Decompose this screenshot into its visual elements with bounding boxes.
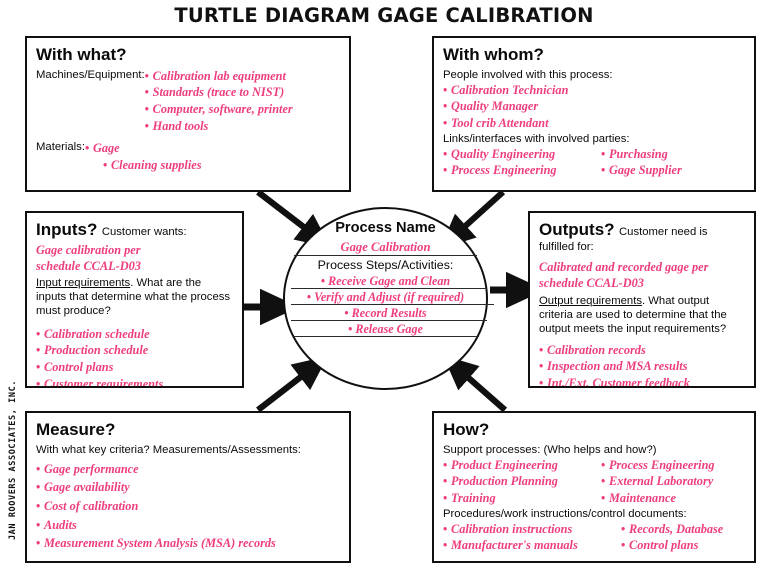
measure-heading: Measure?	[36, 420, 116, 439]
list-item: Gage performance	[36, 460, 340, 479]
inputs-heading: Inputs?	[36, 220, 98, 239]
list-item: Purchasing	[601, 146, 682, 163]
list-item: Standards (trace to NIST)	[145, 84, 293, 101]
how-support-label: Support processes: (Who helps and how?)	[443, 443, 657, 456]
list-item: External Laboratory	[601, 473, 715, 490]
measure-list: Gage performance Gage availability Cost …	[36, 460, 340, 553]
list-item: Customer requirements	[36, 376, 233, 386]
how-support-col2: Process Engineering External Laboratory …	[601, 457, 715, 507]
list-item: Production schedule	[36, 342, 233, 359]
inputs-heading-row: Inputs? Customer wants:	[36, 220, 233, 240]
list-item: Tool crib Attendant	[443, 115, 745, 132]
list-item: Gage Supplier	[601, 162, 682, 179]
box-measure: Measure? With what key criteria? Measure…	[25, 411, 351, 563]
box-inputs: Inputs? Customer wants: Gage calibration…	[25, 211, 244, 388]
outputs-fulfilled-line2: schedule CCAL-D03	[539, 276, 644, 291]
with-what-machines-row: Machines/Equipment: Calibration lab equi…	[36, 68, 340, 135]
inputs-requirements-text: Input requirements. What are the inputs …	[36, 276, 233, 318]
process-step: Receive Gage and Clean	[291, 274, 480, 288]
inputs-list: Calibration schedule Production schedule…	[36, 326, 233, 386]
process-step-rule	[291, 288, 487, 290]
list-item: Calibration schedule	[36, 326, 233, 343]
outputs-heading-row: Outputs? Customer need is	[539, 220, 745, 240]
with-whom-people-label: People involved with this process:	[443, 68, 613, 81]
list-item: Calibration lab equipment	[145, 68, 293, 85]
list-item: Inspection and MSA results	[539, 358, 745, 375]
list-item: Maintenance	[601, 490, 715, 507]
with-whom-heading: With whom?	[443, 45, 544, 64]
process-step: Record Results	[291, 306, 480, 320]
list-item: Control plans	[621, 537, 723, 554]
process-name-rule	[294, 255, 477, 257]
with-what-materials-label: Materials:	[36, 141, 85, 154]
how-support-col1: Product Engineering Production Planning …	[443, 457, 601, 507]
list-item: Gage	[85, 140, 202, 157]
how-support-columns: Product Engineering Production Planning …	[443, 457, 745, 507]
outputs-requirements-text: Output requirements. What output criteri…	[539, 294, 745, 336]
box-how: How? Support processes: (Who helps and h…	[432, 411, 756, 563]
process-step-rule	[291, 304, 494, 306]
how-procedures-col2: Records, Database Control plans	[621, 521, 723, 554]
with-what-machines-label: Machines/Equipment:	[36, 68, 145, 81]
process-step: Verify and Adjust (if required)	[291, 290, 480, 304]
outputs-fulfilled-line1: Calibrated and recorded gage per	[539, 260, 709, 274]
how-procedures-label: Procedures/work instructions/control doc…	[443, 507, 687, 520]
inputs-customer-wants-line1: Gage calibration per	[36, 243, 141, 257]
with-whom-links-label: Links/interfaces with involved parties:	[443, 132, 630, 145]
list-item: Product Engineering	[443, 457, 601, 474]
list-item: Training	[443, 490, 601, 507]
with-what-machines-list: Calibration lab equipment Standards (tra…	[145, 68, 293, 135]
list-item: Int./Ext. Customer feedback	[539, 375, 745, 386]
list-item: Calibration Technician	[443, 82, 745, 99]
process-step-rule	[292, 336, 479, 338]
list-item: Manufacturer's manuals	[443, 537, 621, 554]
list-item: Process Engineering	[601, 457, 715, 474]
page-title: TURTLE DIAGRAM GAGE CALIBRATION	[174, 4, 594, 27]
inputs-customer-wants-line2: schedule CCAL-D03	[36, 259, 141, 274]
process-steps-label: Process Steps/Activities:	[317, 258, 454, 273]
with-whom-links-columns: Quality Engineering Process Engineering …	[443, 146, 745, 179]
process-name-value: Gage Calibration	[340, 240, 431, 255]
box-with-what: With what? Machines/Equipment: Calibrati…	[25, 36, 351, 192]
list-item: Measurement System Analysis (MSA) record…	[36, 534, 340, 553]
with-whom-links-col1: Quality Engineering Process Engineering	[443, 146, 601, 179]
process-step: Release Gage	[291, 322, 480, 336]
box-with-whom: With whom? People involved with this pro…	[432, 36, 756, 192]
list-item: Calibration records	[539, 342, 745, 359]
how-procedures-col1: Calibration instructions Manufacturer's …	[443, 521, 621, 554]
list-item: Cost of calibration	[36, 497, 340, 516]
list-item: Gage availability	[36, 478, 340, 497]
list-item: Quality Manager	[443, 98, 745, 115]
list-item: Calibration instructions	[443, 521, 621, 538]
with-what-materials-list: Gage Cleaning supplies	[85, 140, 202, 173]
outputs-subheading2: fulfilled for:	[539, 241, 594, 253]
list-item: Hand tools	[145, 118, 293, 135]
list-item: Control plans	[36, 359, 233, 376]
list-item: Cleaning supplies	[85, 157, 202, 174]
inputs-requirements-lead: Input requirements	[36, 276, 131, 289]
list-item: Audits	[36, 516, 340, 535]
process-name-title: Process Name	[335, 220, 436, 236]
list-item: Computer, software, printer	[145, 101, 293, 118]
with-what-heading: With what?	[36, 45, 127, 64]
with-whom-people-list: Calibration Technician Quality Manager T…	[443, 82, 745, 132]
list-item: Production Planning	[443, 473, 601, 490]
with-what-materials-row: Materials: Gage Cleaning supplies	[36, 140, 340, 173]
process-step-rule	[291, 320, 487, 322]
with-whom-links-col2: Purchasing Gage Supplier	[601, 146, 682, 179]
inputs-subheading: Customer wants:	[101, 226, 187, 238]
process-oval-content: Process Name Gage Calibration Process St…	[283, 207, 494, 390]
list-item: Records, Database	[621, 521, 723, 538]
list-item: Quality Engineering	[443, 146, 601, 163]
vertical-company-credit: JAN ROOVERS ASSOCIATES, INC.	[8, 379, 18, 541]
box-outputs: Outputs? Customer need is fulfilled for:…	[528, 211, 756, 388]
outputs-subheading: Customer need is	[619, 226, 708, 238]
outputs-requirements-lead: Output requirements	[539, 294, 642, 307]
how-procedures-columns: Calibration instructions Manufacturer's …	[443, 521, 745, 554]
list-item: Process Engineering	[443, 162, 601, 179]
measure-subheading: With what key criteria? Measurements/Ass…	[36, 443, 301, 456]
outputs-heading: Outputs?	[539, 220, 615, 239]
outputs-list: Calibration records Inspection and MSA r…	[539, 342, 745, 386]
how-heading: How?	[443, 420, 490, 439]
